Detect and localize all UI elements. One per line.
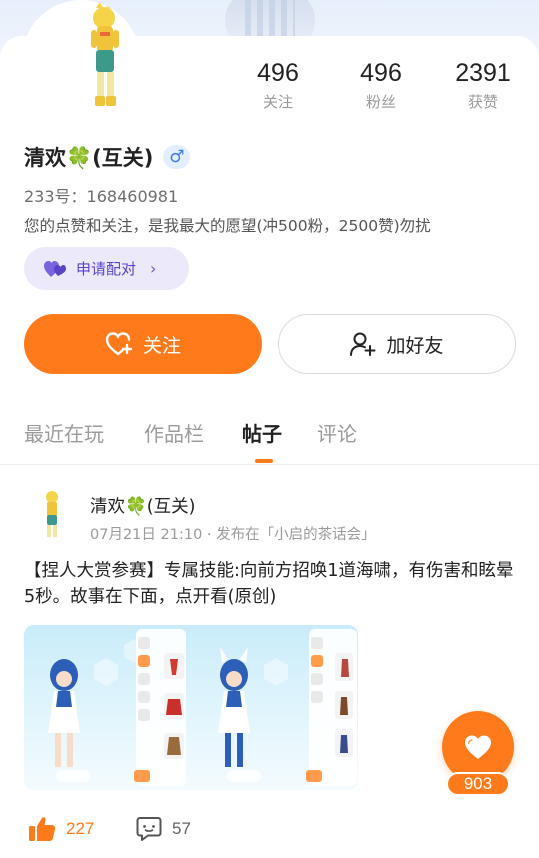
stat-likes-label: 获赞 (467, 93, 498, 111)
stat-likes-value: 2391 (455, 59, 511, 87)
post-image[interactable] (24, 625, 358, 790)
post-author-name[interactable]: 清欢🍀(互关) (90, 493, 195, 518)
comment-icon (136, 817, 162, 841)
tabs-divider (0, 464, 539, 465)
apply-pair-button[interactable]: 申请配对 › (24, 247, 189, 290)
profile-name: 清欢🍀(互关) (24, 146, 154, 170)
avatar-character-icon (91, 2, 119, 106)
stat-followers-value: 496 (360, 59, 402, 87)
tab-comments[interactable]: 评论 (317, 418, 357, 447)
tab-posts[interactable]: 帖子 (242, 418, 282, 447)
post-content[interactable]: 【捏人大赏参赛】专属技能:向前方招唤1道海啸，有伤害和眩晕5秒。故事在下面，点开… (24, 558, 516, 610)
banner-decoration-stripes (245, 0, 295, 40)
heart-plus-icon (105, 332, 133, 356)
post-comment-count: 57 (172, 819, 191, 838)
stat-following[interactable]: 496 关注 (233, 58, 323, 112)
apply-pair-label: 申请配对 (76, 260, 137, 278)
thumbs-up-icon (29, 817, 56, 841)
floating-like-count: 903 (446, 772, 510, 796)
avatar-character-icon (46, 491, 58, 537)
stat-likes[interactable]: 2391 获赞 (438, 58, 528, 112)
active-tab-indicator (255, 459, 273, 463)
post-comment-button[interactable]: 57 (136, 816, 191, 842)
tab-recently-played[interactable]: 最近在玩 (24, 418, 104, 447)
tab-works[interactable]: 作品栏 (144, 418, 204, 447)
follow-label: 关注 (142, 334, 181, 357)
stat-followers[interactable]: 496 粉丝 (336, 58, 426, 112)
add-friend-label: 加好友 (386, 334, 444, 357)
profile-name-row: 清欢🍀(互关) ♂ (24, 142, 191, 172)
post-meta: 07月21日 21:10 · 发布在「小启的茶话会」 (90, 527, 376, 543)
chevron-right-icon: › (150, 259, 157, 278)
add-user-icon (350, 332, 376, 356)
post-like-count: 227 (66, 819, 95, 838)
double-heart-icon (44, 260, 66, 277)
post-author-avatar[interactable] (24, 488, 76, 540)
profile-bio: 您的点赞和关注，是我最大的愿望(冲500粉，2500赞)勿扰 (24, 217, 431, 235)
heart-icon (465, 735, 491, 759)
gender-male-icon: ♂ (163, 145, 191, 169)
profile-uid: 233号：168460981 (24, 187, 179, 206)
post-image-content (48, 629, 357, 786)
avatar[interactable] (22, 0, 140, 118)
stat-following-label: 关注 (262, 93, 293, 111)
follow-button[interactable]: 关注 (24, 314, 262, 374)
stat-following-value: 496 (257, 59, 299, 87)
add-friend-button[interactable]: 加好友 (278, 314, 516, 374)
profile-tabs: 最近在玩 作品栏 帖子 评论 (0, 414, 539, 466)
post-like-button[interactable]: 227 (28, 816, 94, 842)
stat-followers-label: 粉丝 (365, 93, 396, 111)
